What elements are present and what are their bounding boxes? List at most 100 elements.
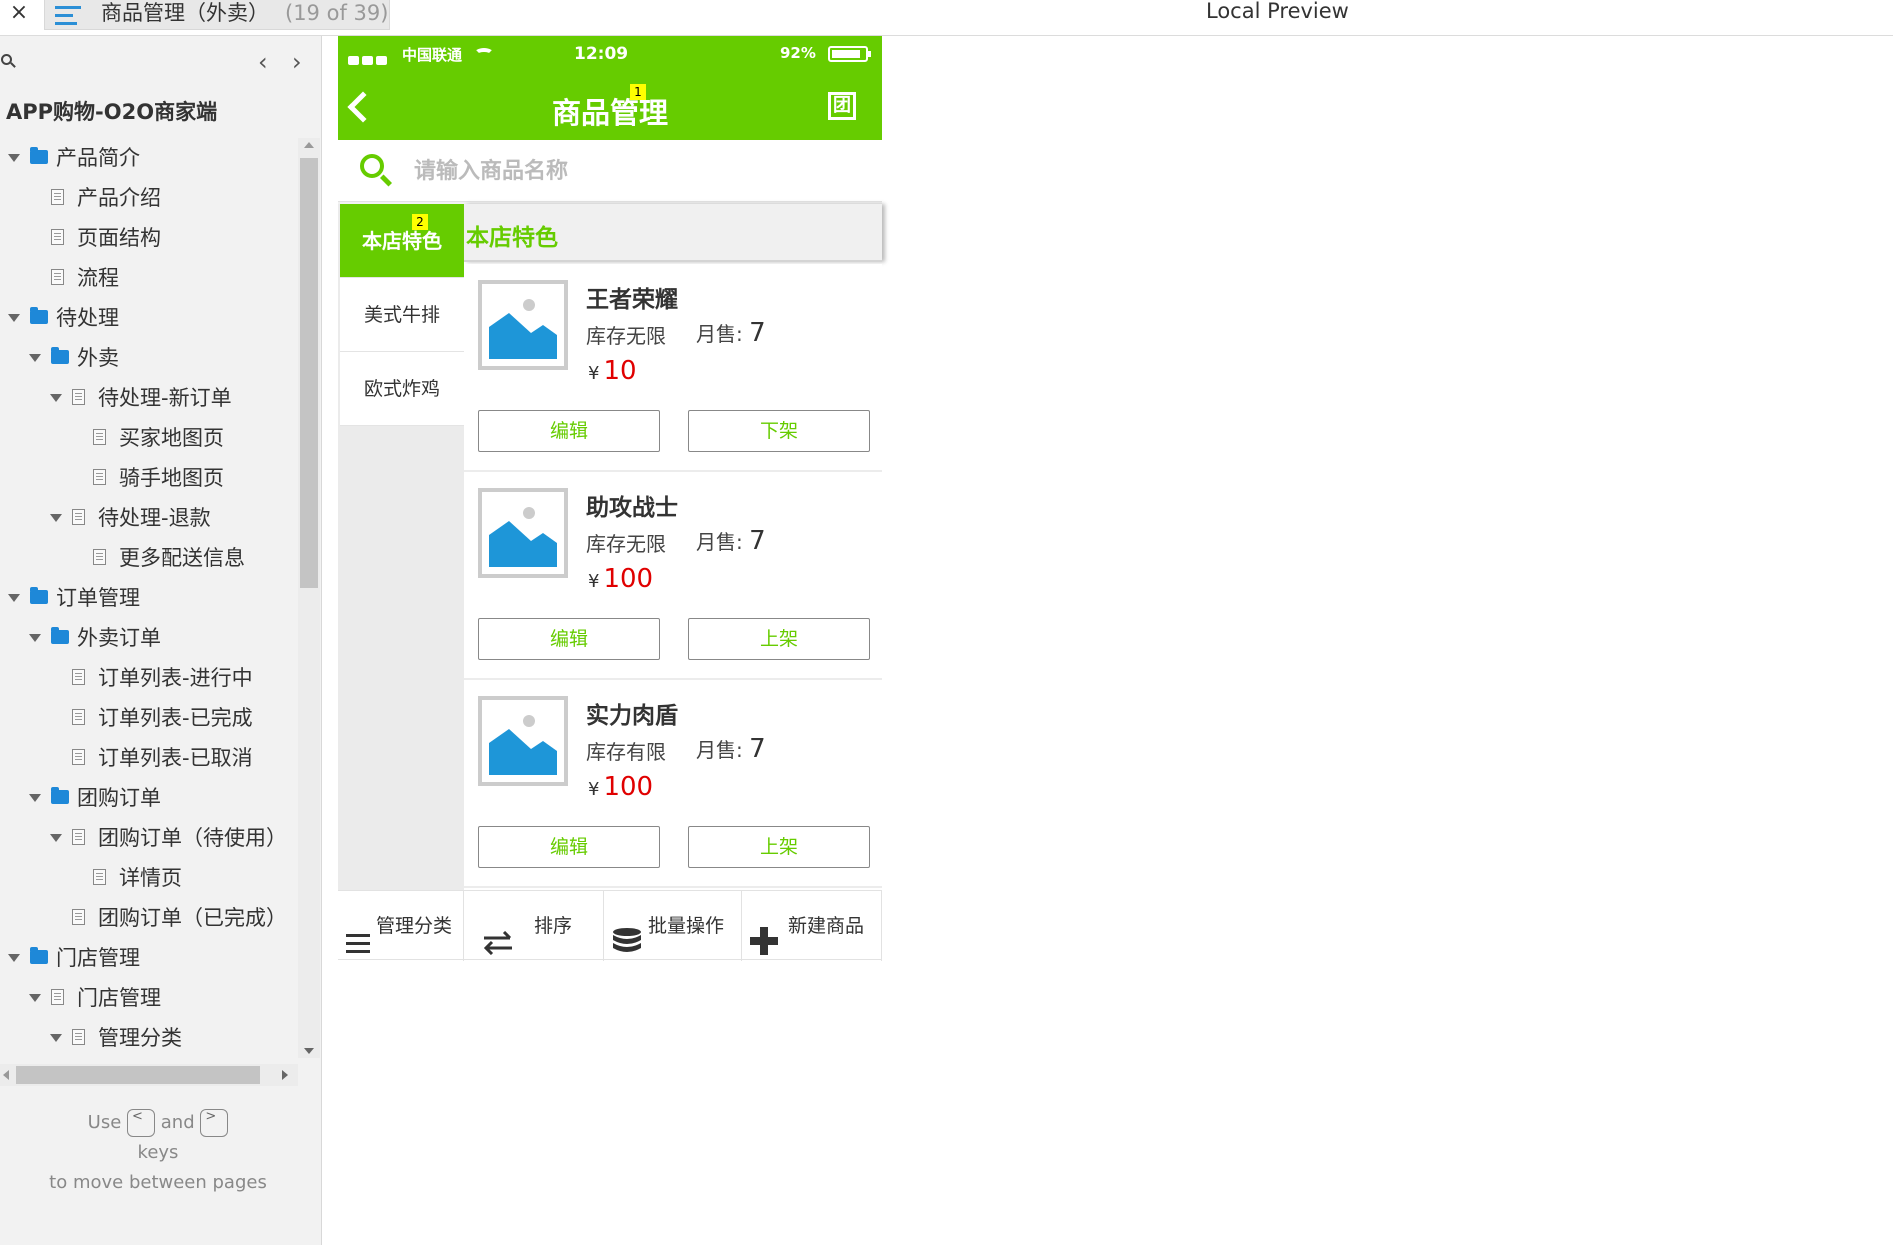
category-label: 美式牛排 (363, 304, 440, 326)
page-icon (93, 469, 106, 485)
scroll-thumb[interactable] (16, 1066, 260, 1084)
sitemap-item[interactable]: 管理分类 (0, 1018, 298, 1058)
section-header: 本店特色 (464, 204, 882, 262)
toolbar-label: 管理分类 (376, 915, 453, 937)
expand-arrow-icon[interactable] (29, 994, 41, 1002)
toolbar-button[interactable]: 批量操作 (604, 891, 742, 961)
sitemap-item-label: 产品简介 (56, 146, 140, 170)
product-name: 实力肉盾 (586, 703, 678, 729)
category-item[interactable]: 美式牛排 (340, 278, 464, 352)
product-name: 助攻战士 (586, 495, 678, 521)
product-search-input[interactable] (414, 152, 854, 190)
sitemap-item-label: 订单管理 (56, 586, 140, 610)
sitemap-toggle-icon[interactable] (55, 6, 81, 25)
sitemap-item[interactable]: 产品简介 (0, 138, 298, 178)
prev-page-button[interactable]: ‹ (258, 50, 268, 74)
scroll-down-icon[interactable] (304, 1048, 314, 1054)
page-icon (72, 829, 85, 845)
scroll-up-icon[interactable] (304, 142, 314, 148)
group-buy-icon[interactable]: 团 (828, 92, 856, 120)
bottom-toolbar: 管理分类 排序 批量操作 新建商品 (338, 890, 882, 961)
scroll-thumb[interactable] (300, 158, 318, 588)
sitemap-item-label: 产品介绍 (77, 186, 161, 210)
sitemap-item[interactable]: 团购订单 (0, 778, 298, 818)
sitemap-item[interactable]: 页面结构 (0, 218, 298, 258)
vertical-scrollbar[interactable] (298, 138, 320, 1058)
search-icon[interactable] (0, 52, 16, 72)
sitemap-item-label: 门店管理 (56, 946, 140, 970)
sitemap-item[interactable]: 待处理 (0, 298, 298, 338)
carrier-label: 中国联通 (402, 46, 463, 64)
sitemap-item[interactable]: 骑手地图页 (0, 458, 298, 498)
toolbar-button[interactable]: 新建商品 (742, 891, 882, 961)
sitemap-item[interactable]: 待处理-新订单 (0, 378, 298, 418)
edit-button[interactable]: 编辑 (478, 618, 660, 660)
sitemap-item[interactable]: 团购订单（待使用） (0, 818, 298, 858)
sitemap-item[interactable]: 买家地图页 (0, 418, 298, 458)
swap-icon (482, 914, 514, 984)
close-icon[interactable]: × (4, 0, 34, 28)
sitemap-item[interactable]: 团购订单（已完成） (0, 898, 298, 938)
category-item[interactable]: 欧式炸鸡 (340, 352, 464, 426)
expand-arrow-icon[interactable] (8, 954, 20, 962)
horizontal-scrollbar[interactable] (0, 1064, 298, 1086)
sitemap-item-label: 团购订单 (77, 786, 161, 810)
edit-button[interactable]: 编辑 (478, 410, 660, 452)
sitemap-item-label: 骑手地图页 (119, 466, 224, 490)
sitemap-item[interactable]: 门店管理 (0, 938, 298, 978)
page-tab[interactable]: 商品管理（外卖） (19 of 39) (44, 0, 390, 30)
sitemap-item[interactable]: 门店管理 (0, 978, 298, 1018)
expand-arrow-icon[interactable] (8, 314, 20, 322)
sitemap-item[interactable]: 订单列表-已完成 (0, 698, 298, 738)
nav-bar: 商品管理 1 团 (338, 72, 882, 140)
sitemap-item[interactable]: 详情页 (0, 858, 298, 898)
sitemap-item[interactable]: 外卖 (0, 338, 298, 378)
sitemap-item-label: 待处理 (56, 306, 119, 330)
sitemap-item-label: 买家地图页 (119, 426, 224, 450)
expand-arrow-icon[interactable] (50, 1034, 62, 1042)
expand-arrow-icon[interactable] (50, 394, 62, 402)
folder-icon (51, 787, 69, 804)
page-icon (51, 269, 64, 285)
edit-button[interactable]: 编辑 (478, 826, 660, 868)
expand-arrow-icon[interactable] (50, 514, 62, 522)
expand-arrow-icon[interactable] (50, 834, 62, 842)
expand-arrow-icon[interactable] (8, 594, 20, 602)
expand-arrow-icon[interactable] (29, 354, 41, 362)
sitemap-item[interactable]: 更多配送信息 (0, 538, 298, 578)
plus-icon (750, 914, 778, 984)
monthly-sales: 月售: 7 (696, 318, 766, 348)
scroll-left-icon[interactable] (3, 1070, 9, 1080)
sitemap-item[interactable]: 待处理-退款 (0, 498, 298, 538)
category-item[interactable]: 本店特色 2 (340, 204, 464, 278)
page-icon (93, 869, 106, 885)
expand-arrow-icon[interactable] (29, 634, 41, 642)
shelf-toggle-button[interactable]: 上架 (688, 618, 870, 660)
sales-count: 7 (749, 734, 766, 764)
sitemap-item[interactable]: 订单列表-进行中 (0, 658, 298, 698)
folder-icon (30, 947, 48, 964)
sitemap-item[interactable]: 外卖订单 (0, 618, 298, 658)
section-title: 本店特色 (466, 225, 558, 251)
sitemap-item-label: 门店管理 (77, 986, 161, 1010)
next-page-button[interactable]: › (292, 50, 302, 74)
sitemap-item[interactable]: 订单管理 (0, 578, 298, 618)
top-bar: × 商品管理（外卖） (19 of 39) Local Preview (0, 0, 1893, 36)
sitemap-item[interactable]: 订单列表-已取消 (0, 738, 298, 778)
toolbar-button[interactable]: 管理分类 (338, 891, 464, 961)
page-icon (72, 749, 85, 765)
expand-arrow-icon[interactable] (8, 154, 20, 162)
nav-title: 商品管理 (551, 96, 668, 130)
sitemap-item[interactable]: 流程 (0, 258, 298, 298)
page-icon (51, 229, 64, 245)
product-card: 实力肉盾 库存有限 月售: 7 ¥100 编辑 上架 (464, 680, 882, 888)
toolbar-button[interactable]: 排序 (464, 891, 604, 961)
shelf-toggle-button[interactable]: 上架 (688, 826, 870, 868)
phone-prototype: 中国联通 12:09 92% 商品管理 1 团 本店特色2美式牛排欧式炸鸡 本店… (338, 36, 882, 961)
search-icon[interactable] (360, 154, 394, 188)
scroll-right-icon[interactable] (282, 1070, 288, 1080)
shelf-toggle-button[interactable]: 下架 (688, 410, 870, 452)
sitemap-item[interactable]: 产品介绍 (0, 178, 298, 218)
expand-arrow-icon[interactable] (29, 794, 41, 802)
keyboard-hint: Use < and > keys to move between pages (49, 1109, 267, 1193)
